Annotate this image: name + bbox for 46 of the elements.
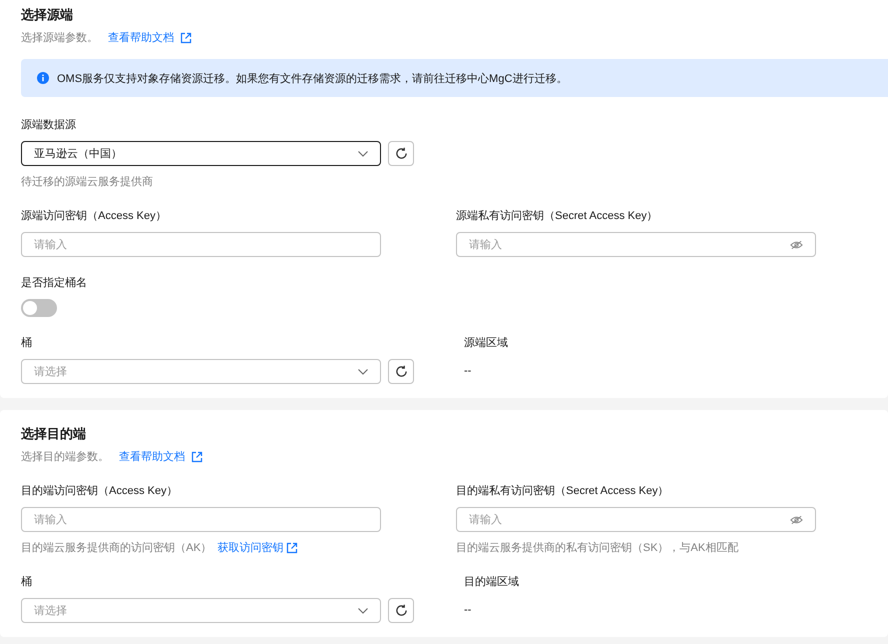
refresh-icon bbox=[394, 604, 408, 617]
section-description: 选择目的端参数。 bbox=[21, 450, 109, 465]
hidden-eye-icon[interactable] bbox=[790, 240, 803, 250]
field-hint: 目的端云服务提供商的私有访问密钥（SK），与AK相匹配 bbox=[456, 540, 738, 556]
field-label: 桶 bbox=[21, 575, 33, 590]
refresh-button[interactable] bbox=[388, 141, 414, 166]
external-link-icon bbox=[286, 542, 298, 554]
chevron-down-icon bbox=[358, 368, 368, 374]
refresh-icon bbox=[394, 147, 408, 160]
input-field[interactable]: 请输入 bbox=[21, 507, 381, 532]
field-label: 源端数据源 bbox=[21, 118, 77, 133]
notice-text: OMS服务仅支持对象存储资源迁移。如果您有文件存储资源的迁移需求，请前往迁移中心MgC进行迁移。 bbox=[57, 72, 568, 86]
field-value: -- bbox=[464, 603, 472, 618]
field-value: -- bbox=[464, 364, 472, 379]
external-link-icon bbox=[191, 451, 203, 463]
input-field[interactable]: 请输入 bbox=[21, 232, 381, 257]
refresh-button[interactable] bbox=[388, 598, 414, 623]
field-label: 源端访问密钥（Access Key） bbox=[21, 208, 168, 224]
field-label: 源端区域 bbox=[464, 336, 509, 351]
chevron-down-icon bbox=[358, 608, 368, 614]
external-link-icon bbox=[180, 32, 192, 44]
field-label: 目的端私有访问密钥（Secret Access Key） bbox=[456, 484, 670, 499]
help-link[interactable]: 查看帮助文档 bbox=[119, 449, 185, 465]
select-field[interactable]: 请选择 bbox=[21, 598, 381, 623]
access-key-link[interactable]: 获取访问密钥 bbox=[218, 540, 284, 556]
field-label: 桶 bbox=[21, 336, 33, 351]
field-label: 目的端区域 bbox=[464, 575, 520, 590]
select-field[interactable]: 请选择 bbox=[21, 359, 381, 384]
field-label: 目的端访问密钥（Access Key） bbox=[21, 484, 178, 499]
password-field[interactable]: 请输入 bbox=[456, 507, 816, 532]
field-label: 源端私有访问密钥（Secret Access Key） bbox=[456, 208, 659, 224]
password-field[interactable]: 请输入 bbox=[456, 232, 816, 257]
refresh-button[interactable] bbox=[388, 359, 414, 384]
help-link[interactable]: 查看帮助文档 bbox=[108, 30, 174, 46]
field-hint: 待迁移的源端云服务提供商 bbox=[21, 174, 153, 190]
select-field[interactable]: 亚马逊云（中国） bbox=[21, 141, 381, 166]
field-hint: 目的端云服务提供商的访问密钥（AK） bbox=[21, 540, 212, 556]
refresh-icon bbox=[394, 365, 408, 378]
info-icon bbox=[37, 72, 49, 84]
section-title: 选择目的端 bbox=[21, 425, 87, 443]
field-label: 是否指定桶名 bbox=[21, 276, 88, 291]
section-title: 选择源端 bbox=[21, 6, 74, 24]
hidden-eye-icon[interactable] bbox=[790, 514, 803, 524]
toggle-switch[interactable] bbox=[21, 299, 57, 317]
section-description: 选择源端参数。 bbox=[21, 31, 98, 46]
chevron-down-icon bbox=[358, 150, 368, 156]
